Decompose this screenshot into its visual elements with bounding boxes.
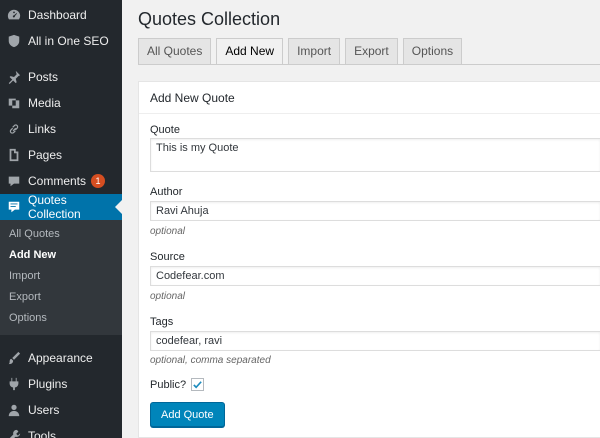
submenu-import[interactable]: Import (0, 266, 122, 287)
menu-quotes-collection-label: Quotes Collection (28, 193, 81, 221)
shield-icon (6, 33, 22, 49)
menu-comments[interactable]: Comments 1 (0, 168, 122, 194)
submenu-options[interactable]: Options (0, 308, 122, 329)
menu-comments-label: Comments (28, 174, 87, 188)
menu-plugins-label: Plugins (28, 377, 68, 391)
tab-export[interactable]: Export (345, 38, 398, 65)
tab-all-quotes[interactable]: All Quotes (138, 38, 212, 65)
menu-tools[interactable]: Tools (0, 423, 122, 438)
comment-icon (6, 173, 22, 189)
tags-hint: optional, comma separated (150, 355, 271, 366)
menu-all-in-one-seo-label: All in One SEO (28, 34, 109, 48)
admin-sidebar: Dashboard All in One SEO Posts Media Lin… (0, 0, 122, 438)
menu-media-label: Media (28, 96, 61, 110)
menu-appearance[interactable]: Appearance (0, 345, 122, 371)
public-label: Public? (150, 378, 187, 391)
add-quote-button[interactable]: Add Quote (150, 402, 225, 427)
submenu-all-quotes[interactable]: All Quotes (0, 224, 122, 245)
author-hint: optional (150, 226, 186, 237)
menu-users-label: Users (28, 403, 60, 417)
quote-textarea[interactable]: This is my Quote (150, 138, 600, 172)
nav-tabs: All Quotes Add New Import Export Options (138, 38, 467, 65)
brush-icon (6, 350, 22, 366)
menu-plugins[interactable]: Plugins (0, 371, 122, 397)
menu-dashboard-label: Dashboard (28, 8, 87, 22)
menu-media[interactable]: Media (0, 90, 122, 116)
source-hint: optional (150, 291, 186, 302)
quotes-submenu: All Quotes Add New Import Export Options (0, 220, 122, 335)
tags-label: Tags (150, 316, 174, 328)
dashboard-icon (6, 7, 22, 23)
menu-links[interactable]: Links (0, 116, 122, 142)
quote-label: Quote (150, 124, 180, 136)
add-quote-panel: Add New Quote Quote This is my Quote Aut… (138, 81, 600, 438)
author-input[interactable] (150, 201, 600, 221)
menu-posts-label: Posts (28, 70, 59, 84)
submenu-export[interactable]: Export (0, 287, 122, 308)
source-input[interactable] (150, 266, 600, 286)
tags-input[interactable] (150, 331, 600, 351)
pin-icon (6, 69, 22, 85)
wrench-icon (6, 428, 22, 438)
menu-tools-label: Tools (28, 429, 57, 438)
menu-appearance-label: Appearance (28, 351, 93, 365)
menu-dashboard[interactable]: Dashboard (0, 2, 122, 28)
quote-icon (6, 199, 22, 215)
public-row: Public? (150, 378, 205, 391)
menu-all-in-one-seo[interactable]: All in One SEO (0, 28, 122, 54)
menu-links-label: Links (28, 122, 57, 136)
checkmark-icon (193, 381, 202, 389)
menu-quotes-collection[interactable]: Quotes Collection (0, 193, 122, 221)
page-title: Quotes Collection (138, 9, 281, 29)
media-icon (6, 95, 22, 111)
source-label: Source (150, 251, 185, 263)
link-icon (6, 121, 22, 137)
menu-pages-label: Pages (28, 148, 63, 162)
submenu-add-new[interactable]: Add New (0, 245, 122, 266)
pages-icon (6, 147, 22, 163)
panel-heading: Add New Quote (139, 82, 600, 114)
tab-import[interactable]: Import (288, 38, 341, 65)
author-label: Author (150, 186, 183, 198)
tab-options[interactable]: Options (402, 38, 463, 65)
comments-count-badge: 1 (91, 174, 106, 188)
user-icon (6, 402, 22, 418)
main-content: Quotes Collection All Quotes Add New Imp… (122, 0, 600, 438)
menu-users[interactable]: Users (0, 397, 122, 423)
public-checkbox[interactable] (191, 378, 205, 391)
menu-pages[interactable]: Pages (0, 142, 122, 168)
menu-posts[interactable]: Posts (0, 64, 122, 90)
tab-divider (138, 64, 600, 65)
plugin-icon (6, 376, 22, 392)
tab-add-new[interactable]: Add New (216, 38, 284, 65)
